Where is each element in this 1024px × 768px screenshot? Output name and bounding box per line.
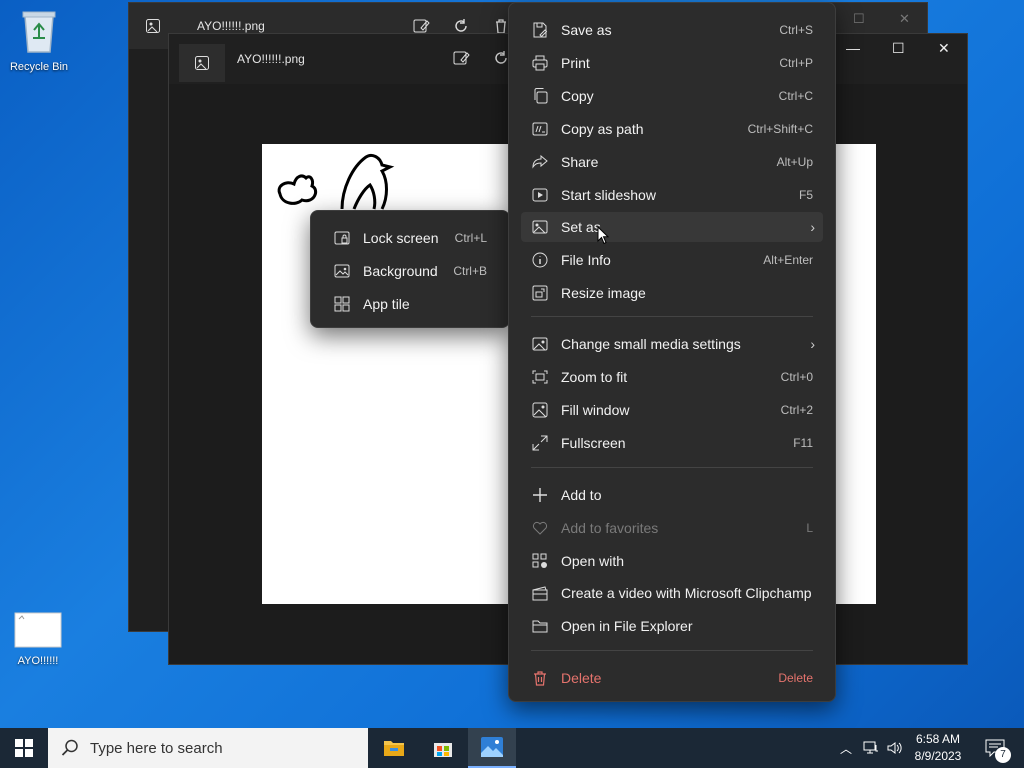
folder-icon — [531, 617, 549, 635]
close-button[interactable]: ✕ — [938, 40, 950, 57]
search-placeholder: Type here to search — [90, 739, 223, 757]
mouse-cursor-icon — [597, 226, 610, 245]
menu-item-start-slideshow[interactable]: Start slideshow F5 — [521, 180, 823, 210]
clipchamp-icon — [531, 584, 549, 602]
menu-item-add-to[interactable]: Add to — [521, 480, 823, 510]
menu-item-lock-screen[interactable]: Lock screen Ctrl+L — [323, 223, 497, 253]
recycle-bin-label: Recycle Bin — [9, 61, 69, 73]
app-tile-icon — [333, 295, 351, 313]
menu-item-open-in-file-explorer[interactable]: Open in File Explorer — [521, 611, 823, 641]
context-menu: Save as Ctrl+S Print Ctrl+P Copy Ctrl+C … — [508, 2, 836, 702]
microsoft-store-icon — [434, 743, 452, 757]
maximize-button[interactable]: ☐ — [853, 11, 865, 27]
clock-time: 6:58 AM — [915, 732, 961, 746]
menu-separator — [531, 650, 813, 651]
menu-item-fill-window[interactable]: Fill window Ctrl+2 — [521, 395, 823, 425]
menu-item-open-with[interactable]: Open with — [521, 546, 823, 576]
open-with-icon — [531, 552, 549, 570]
minimize-button[interactable]: — — [846, 40, 860, 56]
network-icon[interactable] — [860, 728, 882, 768]
menu-item-add-to-favorites[interactable]: Add to favorites L — [521, 513, 823, 543]
share-icon — [531, 153, 549, 171]
menu-item-zoom-to-fit[interactable]: Zoom to fit Ctrl+0 — [521, 362, 823, 392]
notification-badge: 7 — [995, 747, 1011, 763]
set-as-submenu: Lock screen Ctrl+L Background Ctrl+B App… — [310, 210, 510, 328]
search-icon — [61, 739, 78, 756]
menu-item-share[interactable]: Share Alt+Up — [521, 147, 823, 177]
microsoft-store-taskbar-button[interactable] — [419, 728, 467, 768]
recycle-bin-desktop-icon[interactable]: Recycle Bin — [4, 8, 74, 73]
file-explorer-icon — [384, 741, 404, 756]
slideshow-icon — [531, 186, 549, 204]
menu-item-fullscreen[interactable]: Fullscreen F11 — [521, 428, 823, 458]
file-label: AYO!!!!!! — [17, 655, 59, 667]
zoom-fit-icon — [531, 368, 549, 386]
menu-separator — [531, 467, 813, 468]
menu-separator — [531, 316, 813, 317]
show-hidden-icons-button[interactable]: ︿ — [836, 728, 856, 768]
fullscreen-icon — [531, 434, 549, 452]
menu-item-set-as[interactable]: Set as › — [521, 212, 823, 242]
menu-item-file-info[interactable]: File Info Alt+Enter — [521, 245, 823, 275]
background-icon — [333, 262, 351, 280]
info-icon — [531, 251, 549, 269]
chevron-up-icon: ︿ — [839, 741, 852, 756]
copy-path-icon — [531, 120, 549, 138]
set-as-icon — [531, 218, 549, 236]
print-icon — [531, 54, 549, 72]
resize-icon — [531, 284, 549, 302]
image-file-icon — [3, 612, 73, 651]
menu-item-app-tile[interactable]: App tile — [323, 289, 497, 319]
clock-date: 8/9/2023 — [914, 749, 962, 763]
search-box[interactable]: Type here to search — [48, 728, 368, 768]
heart-icon — [531, 519, 549, 537]
save-as-icon — [531, 21, 549, 39]
maximize-button[interactable]: ☐ — [892, 40, 905, 57]
volume-icon[interactable] — [884, 728, 906, 768]
menu-item-delete[interactable]: Delete Delete — [521, 663, 823, 693]
menu-item-copy[interactable]: Copy Ctrl+C — [521, 81, 823, 111]
window-title: AYO!!!!!!.png — [197, 19, 265, 33]
lock-screen-icon — [333, 229, 351, 247]
windows-logo-icon — [15, 739, 33, 757]
photos-app-icon — [179, 44, 225, 82]
system-clock[interactable]: 6:58 AM 8/9/2023 — [908, 731, 968, 765]
taskbar: Type here to search ︿ 6:58 AM 8/9/2023 7 — [0, 728, 1024, 768]
chevron-right-icon: › — [810, 219, 815, 235]
file-desktop-icon[interactable]: AYO!!!!!! — [3, 612, 73, 667]
notification-center-button[interactable]: 7 — [980, 728, 1011, 768]
recycle-bin-icon — [4, 8, 74, 57]
close-button[interactable]: ✕ — [899, 11, 910, 27]
photos-app-icon — [139, 12, 167, 40]
menu-item-save-as[interactable]: Save as Ctrl+S — [521, 15, 823, 45]
menu-item-copy-as-path[interactable]: Copy as path Ctrl+Shift+C — [521, 114, 823, 144]
plus-icon — [531, 486, 549, 504]
menu-item-change-small-media-settings[interactable]: Change small media settings › — [521, 329, 823, 359]
window-title: AYO!!!!!!.png — [237, 52, 305, 66]
photos-app-icon — [481, 737, 503, 757]
menu-item-background[interactable]: Background Ctrl+B — [323, 256, 497, 286]
copy-icon — [531, 87, 549, 105]
start-button[interactable] — [0, 728, 48, 768]
menu-item-print[interactable]: Print Ctrl+P — [521, 48, 823, 78]
edit-image-icon[interactable] — [447, 44, 475, 72]
media-settings-icon — [531, 335, 549, 353]
trash-icon — [531, 669, 549, 687]
chevron-right-icon: › — [810, 336, 815, 352]
fill-window-icon — [531, 401, 549, 419]
file-explorer-taskbar-button[interactable] — [370, 728, 418, 768]
menu-item-resize-image[interactable]: Resize image — [521, 278, 823, 308]
menu-item-create-video-clipchamp[interactable]: Create a video with Microsoft Clipchamp — [521, 578, 823, 608]
photos-taskbar-button[interactable] — [468, 728, 516, 768]
